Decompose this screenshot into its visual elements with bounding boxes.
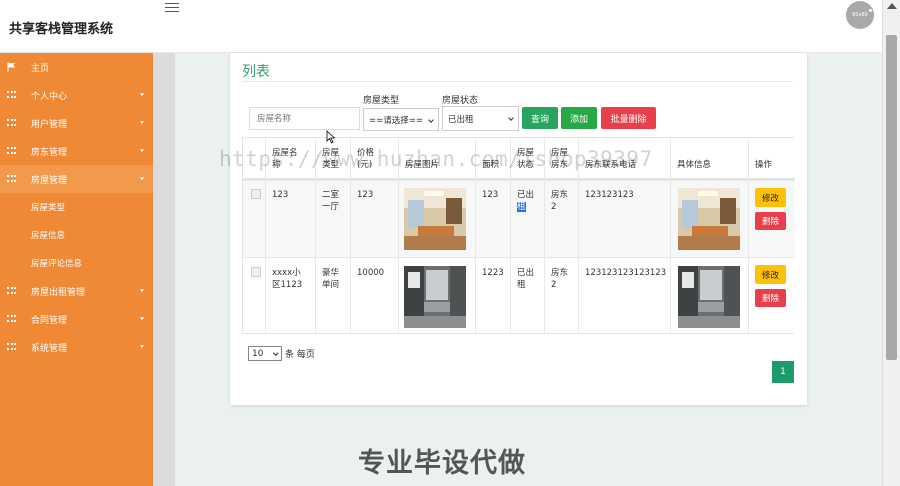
cell-name: 123 bbox=[272, 190, 289, 200]
caret-down-icon bbox=[140, 317, 144, 321]
sidebar: 主页 个人中心 用户管理 房东管理 房屋管理 房屋类型 房屋信息 房屋评论信息 … bbox=[0, 53, 153, 486]
sidebar-item-label: 合同管理 bbox=[31, 315, 68, 326]
chevron-down-icon bbox=[428, 117, 434, 123]
app-title: 共享客栈管理系统 bbox=[9, 22, 114, 37]
top-bar: 共享客栈管理系统 80x80 bbox=[0, 0, 882, 53]
page-size-value: 10 bbox=[252, 348, 264, 359]
header-detail: 具体信息 bbox=[677, 160, 712, 170]
sidebar-gutter bbox=[153, 53, 175, 486]
column-divider bbox=[670, 138, 671, 333]
grid-icon bbox=[7, 287, 16, 295]
sidebar-item-home[interactable]: 主页 bbox=[0, 53, 153, 81]
detail-image-thumbnail[interactable] bbox=[678, 188, 740, 250]
sidebar-item-users[interactable]: 用户管理 bbox=[0, 109, 153, 137]
sidebar-item-label: 系统管理 bbox=[31, 343, 68, 354]
scrollbar-thumb[interactable] bbox=[886, 35, 897, 360]
house-status-label: 房屋状态 bbox=[442, 96, 479, 106]
delete-button[interactable]: 删除 bbox=[755, 289, 786, 307]
page-title: 列表 bbox=[242, 64, 270, 80]
grid-icon bbox=[7, 147, 16, 155]
house-image-thumbnail[interactable] bbox=[404, 188, 466, 250]
title-divider bbox=[242, 81, 793, 82]
house-type-value: ==请选择== bbox=[369, 115, 423, 126]
grid-icon bbox=[7, 119, 16, 127]
delete-button[interactable]: 删除 bbox=[755, 212, 786, 230]
sidebar-item-label: 房屋出租管理 bbox=[31, 287, 86, 298]
header-ops: 操作 bbox=[755, 160, 773, 170]
caret-down-icon bbox=[140, 177, 144, 181]
page-size-select[interactable]: 10 bbox=[248, 346, 282, 361]
grid-icon bbox=[7, 175, 16, 183]
cell-type: 豪华 单间 bbox=[322, 268, 340, 290]
vertical-scrollbar[interactable] bbox=[882, 0, 900, 486]
sidebar-item-label: 主页 bbox=[31, 63, 50, 74]
cell-area: 123 bbox=[482, 190, 499, 200]
grid-icon bbox=[7, 343, 16, 351]
grid-icon bbox=[7, 315, 16, 323]
caret-down-icon bbox=[140, 149, 144, 153]
caret-down-icon bbox=[140, 93, 144, 97]
cell-area: 1223 bbox=[482, 268, 504, 278]
bulk-delete-button[interactable]: 批量删除 bbox=[601, 107, 656, 129]
avatar-text: 80x80 bbox=[852, 12, 868, 18]
sidebar-subitem-label: 房屋评论信息 bbox=[31, 259, 83, 269]
sidebar-item-label: 个人中心 bbox=[31, 91, 68, 102]
edit-button[interactable]: 修改 bbox=[755, 265, 786, 284]
cell-owner: 房东 2 bbox=[551, 190, 569, 212]
sidebar-item-contracts[interactable]: 合同管理 bbox=[0, 305, 153, 333]
flag-icon bbox=[7, 62, 16, 72]
cell-status: 已出租 bbox=[517, 268, 535, 290]
detail-image-thumbnail[interactable] bbox=[678, 266, 740, 328]
scroll-up-arrow-icon[interactable] bbox=[887, 3, 897, 9]
house-image-thumbnail[interactable] bbox=[404, 266, 466, 328]
sidebar-subitem-label: 房屋信息 bbox=[31, 231, 66, 241]
add-button[interactable]: 添加 bbox=[561, 107, 597, 129]
cell-price: 10000 bbox=[357, 268, 385, 278]
cell-name: xxxx小 区1123 bbox=[272, 268, 303, 290]
house-type-select[interactable]: ==请选择== bbox=[363, 108, 439, 131]
menu-toggle-icon[interactable] bbox=[165, 0, 179, 12]
sidebar-item-houses[interactable]: 房屋管理 bbox=[0, 165, 153, 193]
sidebar-item-landlords[interactable]: 房东管理 bbox=[0, 137, 153, 165]
cell-price: 123 bbox=[357, 190, 374, 200]
house-type-label: 房屋类型 bbox=[363, 96, 400, 106]
sidebar-item-system[interactable]: 系统管理 bbox=[0, 333, 153, 361]
watermark-text: https://www.huzhan.com/ishop39397 bbox=[219, 147, 653, 171]
sidebar-item-label: 房东管理 bbox=[31, 147, 68, 158]
edit-button[interactable]: 修改 bbox=[755, 188, 786, 207]
sidebar-subitem-house-reviews[interactable]: 房屋评论信息 bbox=[0, 249, 153, 277]
sidebar-subitem-label: 房屋类型 bbox=[31, 203, 66, 213]
sidebar-item-label: 用户管理 bbox=[31, 119, 68, 130]
chevron-down-icon bbox=[508, 115, 514, 121]
mouse-cursor-icon bbox=[326, 130, 336, 144]
avatar[interactable]: 80x80 bbox=[846, 1, 874, 29]
avatar-status-dot bbox=[869, 9, 872, 12]
sidebar-subitem-house-types[interactable]: 房屋类型 bbox=[0, 193, 153, 221]
row-checkbox[interactable] bbox=[251, 189, 261, 199]
cell-phone: 123123123123123 bbox=[585, 268, 667, 278]
caret-down-icon bbox=[140, 289, 144, 293]
house-status-select[interactable]: 已出租 bbox=[442, 106, 519, 131]
per-page-label: 条 每页 bbox=[285, 350, 315, 360]
caret-down-icon bbox=[140, 345, 144, 349]
cell-status: 已出租 bbox=[517, 190, 535, 212]
chevron-down-icon bbox=[272, 350, 278, 356]
promo-text: 专业毕设代做 bbox=[358, 448, 526, 479]
cell-owner: 房东 2 bbox=[551, 268, 569, 290]
sidebar-item-profile[interactable]: 个人中心 bbox=[0, 81, 153, 109]
search-button[interactable]: 查询 bbox=[522, 107, 558, 129]
house-status-value: 已出租 bbox=[448, 114, 474, 125]
column-divider bbox=[748, 138, 749, 333]
caret-down-icon bbox=[140, 121, 144, 125]
sidebar-item-rentals[interactable]: 房屋出租管理 bbox=[0, 277, 153, 305]
cell-type: 二室 一厅 bbox=[322, 190, 340, 212]
cell-phone: 123123123 bbox=[585, 190, 634, 200]
page-button-current[interactable]: 1 bbox=[772, 361, 794, 383]
house-name-input[interactable] bbox=[249, 107, 360, 130]
row-checkbox[interactable] bbox=[251, 267, 261, 277]
sidebar-item-label: 房屋管理 bbox=[31, 175, 68, 186]
sidebar-subitem-house-info[interactable]: 房屋信息 bbox=[0, 221, 153, 249]
grid-icon bbox=[7, 91, 16, 99]
